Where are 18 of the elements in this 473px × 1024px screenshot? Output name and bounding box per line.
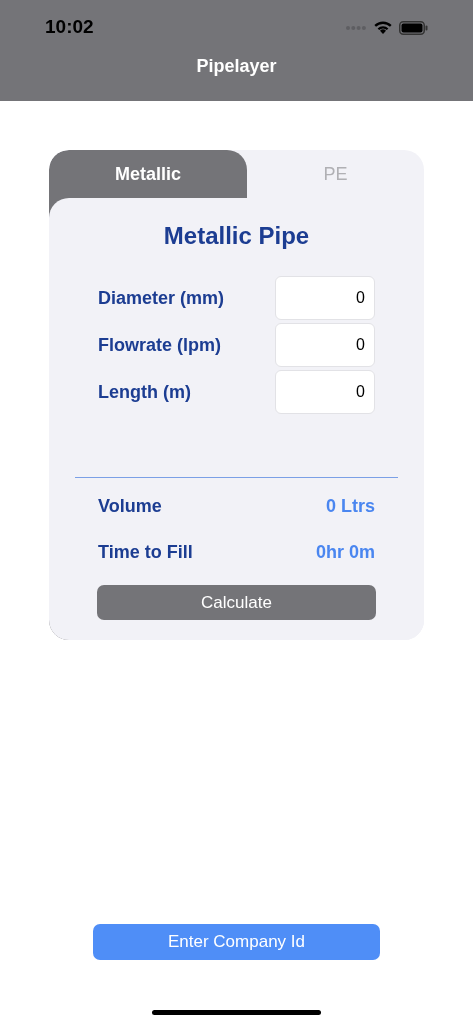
card-title: Metallic Pipe: [162, 221, 311, 251]
navigation-title: Pipelayer: [196, 55, 277, 78]
status-time: 10:02: [45, 15, 94, 40]
input-field[interactable]: 0: [275, 323, 375, 367]
input-field[interactable]: 0: [275, 370, 375, 414]
result-label: Volume: [98, 494, 162, 518]
tab[interactable]: Metallic: [49, 150, 247, 198]
enter-company-id-button[interactable]: Enter Company Id: [93, 924, 380, 960]
calculate-button[interactable]: Calculate: [97, 585, 376, 620]
field-label: Length (m): [98, 380, 191, 404]
result-value: 0hr 0m: [315, 540, 375, 564]
field-label: Diameter (mm): [98, 286, 225, 310]
field-label: Flowrate (lpm): [98, 333, 221, 357]
input-field[interactable]: 0: [275, 276, 375, 320]
result-label: Time to Fill: [98, 540, 193, 564]
battery-icon: [399, 20, 428, 35]
result-value: 0 Ltrs: [325, 494, 375, 518]
wifi-icon: [373, 20, 393, 35]
